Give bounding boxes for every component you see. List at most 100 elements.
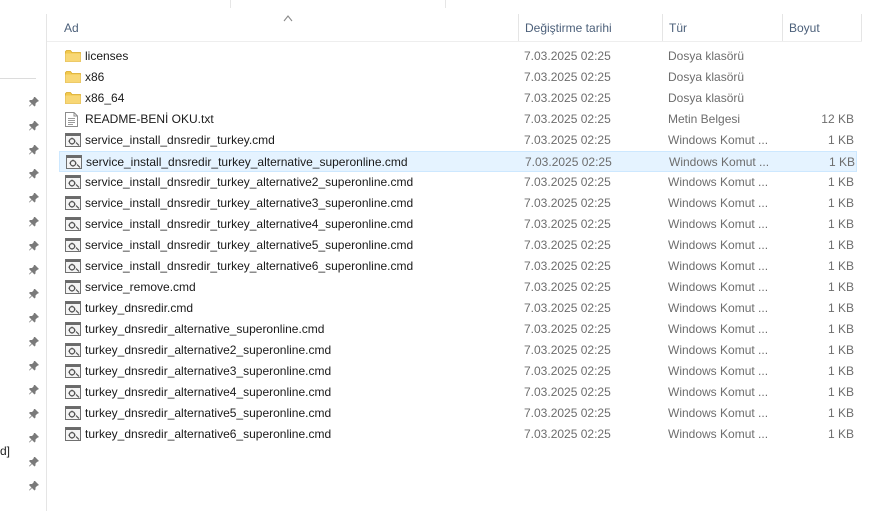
file-size: 1 KB <box>827 343 854 357</box>
file-type: Windows Komut ... <box>668 301 769 315</box>
file-size: 1 KB <box>827 385 854 399</box>
file-size: 1 KB <box>827 364 854 378</box>
file-name: service_install_dnsredir_turkey_alternat… <box>85 238 414 252</box>
file-row[interactable]: README-BENİ OKU.txt 7.03.2025 02:25 Metin … <box>59 109 857 130</box>
file-date: 7.03.2025 02:25 <box>524 196 611 210</box>
pin-icon[interactable] <box>28 168 40 180</box>
pin-icon[interactable] <box>28 192 40 204</box>
column-header-date[interactable]: Değiştirme tarihi <box>518 14 662 41</box>
toolbar-segment <box>0 0 231 8</box>
toolbar-segment <box>231 0 446 8</box>
pin-icon[interactable] <box>28 480 40 492</box>
column-header: Ad Değiştirme tarihi Tür Boyut <box>47 14 862 42</box>
cmd-file-icon <box>65 385 81 400</box>
file-size: 1 KB <box>827 427 854 441</box>
pin-icon[interactable] <box>28 432 40 444</box>
file-name: turkey_dnsredir.cmd <box>85 301 194 315</box>
file-date: 7.03.2025 02:25 <box>524 385 611 399</box>
pin-icon[interactable] <box>28 384 40 396</box>
file-type: Dosya klasörü <box>668 70 745 84</box>
file-row[interactable]: turkey_dnsredir_alternative_superonline.… <box>59 319 857 340</box>
file-row[interactable]: turkey_dnsredir_alternative3_superonline… <box>59 361 857 382</box>
navigation-pane[interactable]: d] <box>0 14 47 511</box>
file-type: Windows Komut ... <box>668 322 769 336</box>
file-name: service_install_dnsredir_turkey_alternat… <box>85 196 414 210</box>
folder-row[interactable]: x86_64 7.03.2025 02:25 Dosya klasörü <box>59 88 857 109</box>
file-size: 1 KB <box>827 196 854 210</box>
file-row[interactable]: service_install_dnsredir_turkey_alternat… <box>59 235 857 256</box>
pin-icon[interactable] <box>28 456 40 468</box>
file-row[interactable]: turkey_dnsredir_alternative5_superonline… <box>59 403 857 424</box>
toolbar-strip <box>0 0 883 14</box>
file-date: 7.03.2025 02:25 <box>524 322 611 336</box>
file-size: 1 KB <box>827 133 854 147</box>
file-row[interactable]: turkey_dnsredir_alternative2_superonline… <box>59 340 857 361</box>
cmd-file-icon <box>66 155 82 170</box>
file-size: 1 KB <box>828 155 855 169</box>
column-header-type-label: Tür <box>669 21 687 35</box>
file-row[interactable]: turkey_dnsredir_alternative4_superonline… <box>59 382 857 403</box>
file-row[interactable]: service_install_dnsredir_turkey.cmd 7.03.… <box>59 130 857 151</box>
folder-row[interactable]: x86 7.03.2025 02:25 Dosya klasörü <box>59 67 857 88</box>
file-date: 7.03.2025 02:25 <box>525 155 612 169</box>
folder-icon <box>65 70 81 85</box>
column-header-name-label: Ad <box>64 21 79 35</box>
column-header-size[interactable]: Boyut <box>782 14 862 41</box>
file-row[interactable]: turkey_dnsredir.cmd 7.03.2025 02:25 Window… <box>59 298 857 319</box>
file-size: 1 KB <box>827 322 854 336</box>
file-row[interactable]: service_install_dnsredir_turkey_alternat… <box>59 193 857 214</box>
file-name: turkey_dnsredir_alternative_superonline.… <box>85 322 325 336</box>
file-name: turkey_dnsredir_alternative4_superonline… <box>85 385 332 399</box>
pin-icon[interactable] <box>28 264 40 276</box>
file-size: 1 KB <box>827 301 854 315</box>
file-type: Dosya klasörü <box>668 91 745 105</box>
column-header-type[interactable]: Tür <box>662 14 782 41</box>
pin-icon[interactable] <box>28 240 40 252</box>
nav-item-label[interactable]: d] <box>0 444 10 458</box>
file-date: 7.03.2025 02:25 <box>524 112 611 126</box>
file-row[interactable]: service_install_dnsredir_turkey_alternat… <box>59 172 857 193</box>
cmd-file-icon <box>65 322 81 337</box>
file-date: 7.03.2025 02:25 <box>524 406 611 420</box>
file-name: turkey_dnsredir_alternative3_superonline… <box>85 364 332 378</box>
file-type: Dosya klasörü <box>668 49 745 63</box>
folder-row[interactable]: licenses 7.03.2025 02:25 Dosya klasörü <box>59 46 857 67</box>
pin-icon[interactable] <box>28 120 40 132</box>
file-size: 1 KB <box>827 175 854 189</box>
file-size: 1 KB <box>827 217 854 231</box>
cmd-file-icon <box>65 133 81 148</box>
file-type: Windows Komut ... <box>668 133 769 147</box>
cmd-file-icon <box>65 217 81 232</box>
pin-icon[interactable] <box>28 408 40 420</box>
pin-icon[interactable] <box>28 288 40 300</box>
file-type: Windows Komut ... <box>668 364 769 378</box>
pin-icon[interactable] <box>28 360 40 372</box>
file-date: 7.03.2025 02:25 <box>524 259 611 273</box>
file-row[interactable]: service_install_dnsredir_turkey_alternat… <box>59 214 857 235</box>
pin-icon[interactable] <box>28 216 40 228</box>
file-name: x86_64 <box>85 91 125 105</box>
file-date: 7.03.2025 02:25 <box>524 175 611 189</box>
text-file-icon <box>65 112 81 127</box>
folder-icon <box>65 49 81 64</box>
pin-icon[interactable] <box>28 312 40 324</box>
file-date: 7.03.2025 02:25 <box>524 343 611 357</box>
file-name: service_install_dnsredir_turkey_alternat… <box>85 259 414 273</box>
file-name: service_install_dnsredir_turkey_alternat… <box>85 175 414 189</box>
file-row[interactable]: service_install_dnsredir_turkey_alternat… <box>59 256 857 277</box>
file-type: Windows Komut ... <box>668 238 769 252</box>
file-type: Windows Komut ... <box>668 217 769 231</box>
file-row[interactable]: service_remove.cmd 7.03.2025 02:25 Windows… <box>59 277 857 298</box>
file-name: service_install_dnsredir_turkey_alternat… <box>86 155 408 169</box>
pin-icon[interactable] <box>28 336 40 348</box>
pin-icon[interactable] <box>28 144 40 156</box>
pin-icon[interactable] <box>28 96 40 108</box>
file-row[interactable]: service_install_dnsredir_turkey_alternat… <box>59 151 857 172</box>
file-name: turkey_dnsredir_alternative5_superonline… <box>85 406 332 420</box>
file-date: 7.03.2025 02:25 <box>524 364 611 378</box>
file-size <box>789 46 854 67</box>
file-date: 7.03.2025 02:25 <box>524 301 611 315</box>
cmd-file-icon <box>65 280 81 295</box>
file-row[interactable]: turkey_dnsredir_alternative6_superonline… <box>59 424 857 445</box>
file-type: Windows Komut ... <box>669 155 770 169</box>
